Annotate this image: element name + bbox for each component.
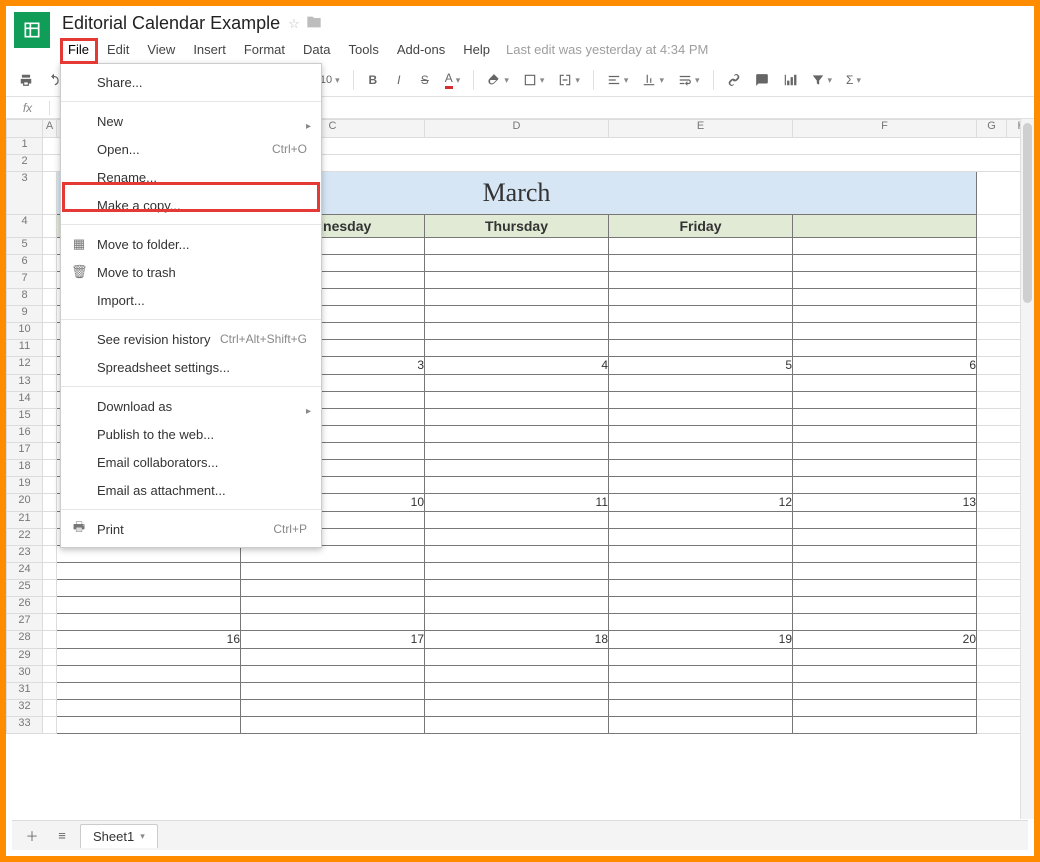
trash-icon: 🗑 [71,264,87,280]
menu-item-share[interactable]: Share... [61,68,321,96]
comment-button[interactable] [750,68,774,92]
menu-tools[interactable]: Tools [340,39,386,60]
folder-icon: ▦ [71,236,87,252]
menu-file[interactable]: File [60,39,97,60]
italic-button[interactable]: I [388,68,410,92]
menu-bar: File Edit View Insert Format Data Tools … [60,39,1026,60]
text-color[interactable]: A [440,68,466,92]
file-menu-dropdown: Share... New Open...Ctrl+O Rename... Mak… [60,63,322,548]
v-align[interactable] [637,68,669,92]
menu-item-email-attachment[interactable]: Email as attachment... [61,476,321,504]
menu-edit[interactable]: Edit [99,39,137,60]
day-number: 5 [609,357,793,375]
day-number: 6 [793,357,977,375]
day-header: Thursday [425,215,609,238]
menu-item-download-as[interactable]: Download as [61,392,321,420]
menu-item-move-folder[interactable]: ▦Move to folder... [61,230,321,258]
menu-item-make-copy[interactable]: Make a copy... [61,191,321,219]
add-sheet-button[interactable]: ＋ [20,824,44,848]
menu-item-publish[interactable]: Publish to the web... [61,420,321,448]
menu-item-open[interactable]: Open...Ctrl+O [61,135,321,163]
menu-view[interactable]: View [139,39,183,60]
day-number: 17 [241,631,425,649]
sheet-tab[interactable]: Sheet1 [80,824,158,848]
last-edit: Last edit was yesterday at 4:34 PM [506,42,708,57]
merge-cells[interactable] [553,68,585,92]
menu-data[interactable]: Data [295,39,338,60]
row-header[interactable]: 1 [7,138,43,155]
bold-button[interactable]: B [362,68,384,92]
day-header: Friday [609,215,793,238]
link-button[interactable] [722,68,746,92]
chart-button[interactable] [778,68,802,92]
menu-item-import[interactable]: Import... [61,286,321,314]
menu-format[interactable]: Format [236,39,293,60]
menu-insert[interactable]: Insert [185,39,234,60]
borders[interactable] [518,68,550,92]
folder-icon[interactable] [306,14,322,33]
menu-item-spreadsheet-settings[interactable]: Spreadsheet settings... [61,353,321,381]
menu-item-revision-history[interactable]: See revision historyCtrl+Alt+Shift+G [61,325,321,353]
functions-button[interactable]: Σ [841,68,866,92]
menu-item-print[interactable]: 🖶PrintCtrl+P [61,515,321,543]
day-number: 20 [793,631,977,649]
day-number: 4 [425,357,609,375]
row-header[interactable]: 4 [7,215,43,238]
row-header[interactable]: 2 [7,155,43,172]
strike-button[interactable]: S [414,68,436,92]
day-number: 13 [793,494,977,512]
day-number: 12 [609,494,793,512]
fill-color[interactable] [482,68,514,92]
h-align[interactable] [602,68,634,92]
filter-button[interactable] [806,68,838,92]
menu-item-new[interactable]: New [61,107,321,135]
menu-help[interactable]: Help [455,39,498,60]
star-icon[interactable]: ☆ [288,16,300,32]
print-icon[interactable] [14,68,38,92]
menu-addons[interactable]: Add-ons [389,39,453,60]
vertical-scrollbar[interactable] [1020,119,1034,819]
doc-title[interactable]: Editorial Calendar Example [60,12,282,35]
fx-label: fx [6,101,50,115]
sheets-logo[interactable] [14,12,50,48]
all-sheets-button[interactable]: ≡ [50,824,74,848]
day-number: 16 [57,631,241,649]
wrap-text[interactable] [673,68,705,92]
row-header[interactable]: 3 [7,172,43,215]
sheet-tab-bar: ＋ ≡ Sheet1 [12,820,1028,850]
day-number: 11 [425,494,609,512]
print-icon: 🖶 [71,518,87,540]
menu-item-rename[interactable]: Rename... [61,163,321,191]
day-number: 18 [425,631,609,649]
menu-item-email-collaborators[interactable]: Email collaborators... [61,448,321,476]
day-number: 19 [609,631,793,649]
menu-item-move-trash[interactable]: 🗑Move to trash [61,258,321,286]
day-header [793,215,977,238]
